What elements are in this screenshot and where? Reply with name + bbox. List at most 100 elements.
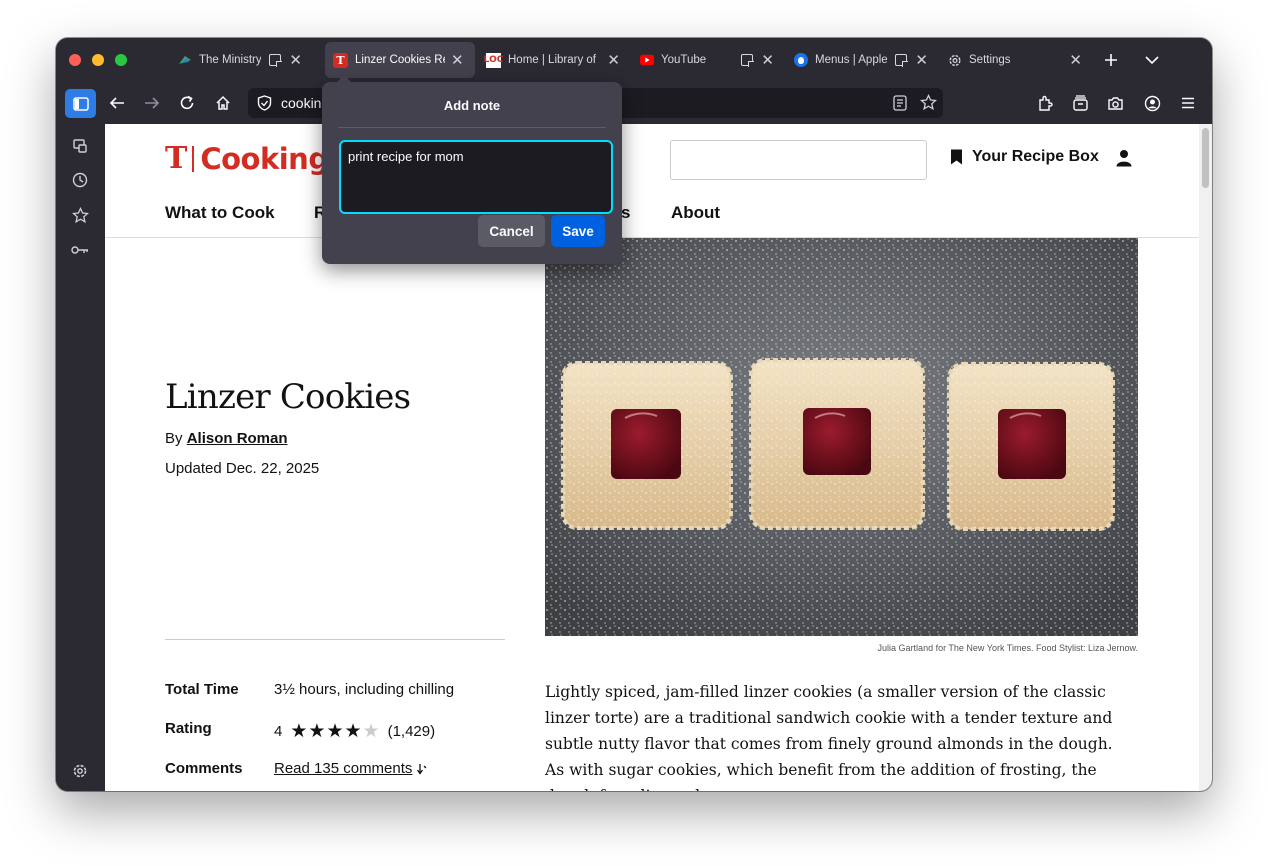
close-tab-icon[interactable]: ✕	[915, 51, 928, 69]
zoom-window-button[interactable]	[115, 54, 127, 66]
star-filled-icon[interactable]: ★	[308, 721, 326, 742]
popup-divider	[338, 127, 606, 128]
rating-value[interactable]: 4 ★★★★★ (1,429)	[274, 720, 435, 743]
screenshot-icon[interactable]	[1101, 89, 1129, 117]
logo-word: Cooking	[200, 141, 329, 176]
star-empty-icon[interactable]: ★	[363, 721, 381, 742]
nyt-cooking-logo[interactable]: T Cooking	[165, 141, 329, 176]
close-tab-icon[interactable]: ✕	[289, 51, 302, 69]
nav-what-to-cook[interactable]: What to Cook	[165, 203, 275, 223]
close-tab-icon[interactable]: ✕	[761, 51, 774, 69]
tab-youtube[interactable]: YouTube ✕	[632, 42, 782, 78]
apple-icon	[794, 53, 808, 67]
recipe-box-label: Your Recipe Box	[972, 148, 1099, 165]
comments-value[interactable]: Read 135 comments	[274, 760, 427, 777]
note-textarea[interactable]: print recipe for mom	[339, 140, 613, 214]
close-tab-icon[interactable]: ✕	[607, 51, 620, 69]
note-icon[interactable]	[741, 54, 755, 67]
updated-date: Updated Dec. 22, 2025	[165, 460, 320, 477]
add-note-popup: Add note print recipe for mom Cancel Sav…	[322, 75, 622, 264]
sidebar-settings-icon[interactable]	[70, 761, 90, 781]
logo-divider	[192, 145, 195, 172]
scrollbar-thumb[interactable]	[1202, 128, 1209, 188]
total-time-value: 3½ hours, including chilling	[274, 681, 455, 698]
recipe-byline: By Alison Roman	[165, 430, 288, 447]
new-tab-button[interactable]	[1097, 46, 1125, 74]
comments-label: Comments	[165, 760, 243, 777]
recipe-hero-image	[545, 238, 1138, 636]
nav-item-partial[interactable]: s	[621, 203, 630, 223]
extensions-icon[interactable]	[1031, 89, 1059, 117]
author-link[interactable]: Alison Roman	[187, 430, 288, 447]
nav-about[interactable]: About	[671, 203, 720, 223]
shield-icon[interactable]	[257, 95, 272, 116]
save-button[interactable]: Save	[551, 215, 605, 247]
page-content: T Cooking Your Recipe Box What to Cook R…	[105, 124, 1199, 791]
youtube-icon	[640, 53, 654, 67]
tab-title: The Ministry of Time	[199, 54, 262, 66]
star-filled-icon[interactable]: ★	[290, 721, 308, 742]
sidebar-toggle-icon[interactable]	[65, 89, 96, 118]
photo-credit: Julia Gartland for The New York Times. F…	[877, 643, 1138, 653]
site-search-input[interactable]	[670, 140, 927, 180]
tab-library-of-congress[interactable]: LOC Home | Library of Congress ✕	[478, 42, 628, 78]
recipe-title: Linzer Cookies	[165, 377, 411, 417]
recipe-description: Lightly spiced, jam-filled linzer cookie…	[545, 683, 1113, 791]
popup-title: Add note	[443, 98, 501, 113]
user-icon[interactable]	[1116, 149, 1132, 172]
synced-tabs-icon[interactable]	[70, 136, 90, 156]
page-scrollbar[interactable]	[1199, 124, 1212, 791]
close-window-button[interactable]	[69, 54, 81, 66]
total-time-label: Total Time	[165, 681, 239, 698]
tab-linzer-cookies[interactable]: T Linzer Cookies Recipe ✕	[325, 42, 475, 78]
url-text[interactable]: cookin	[281, 95, 321, 111]
home-icon[interactable]	[209, 89, 237, 117]
reload-icon[interactable]	[173, 89, 201, 117]
nyt-cooking-icon: T	[333, 52, 348, 68]
rating-count: (1,429)	[387, 723, 436, 740]
close-tab-icon[interactable]: ✕	[1069, 51, 1082, 69]
rating-stars[interactable]: ★★★★★	[290, 720, 380, 743]
logo-t: T	[165, 141, 188, 176]
tab-bar: The Ministry of Time ✕ T Linzer Cookies …	[56, 38, 1212, 82]
container-tabs-icon[interactable]	[1066, 89, 1094, 117]
history-icon[interactable]	[70, 170, 90, 190]
popup-arrow	[336, 75, 352, 83]
forward-icon[interactable]	[138, 89, 166, 117]
chevron-down-icon[interactable]	[1138, 46, 1166, 74]
tab-settings[interactable]: Settings ✕	[940, 42, 1090, 78]
meta-divider	[165, 639, 505, 640]
reader-view-icon[interactable]	[893, 95, 907, 116]
ministry-icon	[178, 53, 192, 67]
bookmark-star-icon[interactable]	[919, 93, 938, 116]
back-icon[interactable]	[103, 89, 131, 117]
loc-icon: LOC	[484, 52, 503, 68]
tab-title: Settings	[969, 54, 1011, 66]
close-tab-icon[interactable]: ✕	[451, 51, 464, 69]
minimize-window-button[interactable]	[92, 54, 104, 66]
tab-apple-menus[interactable]: Menus | Apple ✕	[786, 42, 936, 78]
note-icon[interactable]	[269, 54, 283, 67]
tab-title: Menus | Apple	[815, 54, 888, 66]
cancel-button[interactable]: Cancel	[478, 215, 545, 247]
rating-label: Rating	[165, 720, 212, 737]
bookmark-icon	[951, 149, 962, 165]
gear-icon	[948, 53, 962, 67]
navigation-toolbar: cookin	[56, 82, 1212, 124]
bookmarks-icon[interactable]	[70, 205, 90, 225]
note-icon[interactable]	[895, 54, 909, 67]
read-comments-link[interactable]: Read 135 comments	[274, 760, 412, 777]
tab-title: YouTube	[661, 54, 707, 66]
account-icon[interactable]	[1138, 89, 1166, 117]
arrow-down-icon	[417, 763, 427, 775]
star-filled-icon[interactable]: ★	[326, 721, 344, 742]
rating-number: 4	[274, 723, 283, 740]
browser-window: The Ministry of Time ✕ T Linzer Cookies …	[56, 38, 1212, 791]
tab-ministry[interactable]: The Ministry of Time ✕	[170, 42, 310, 78]
tab-title: Home | Library of Congress	[508, 54, 599, 66]
tab-title: Linzer Cookies Recipe	[355, 54, 445, 66]
menu-icon[interactable]	[1174, 89, 1202, 117]
star-filled-icon[interactable]: ★	[344, 721, 362, 742]
passwords-key-icon[interactable]	[70, 240, 90, 260]
recipe-box-link[interactable]: Your Recipe Box	[950, 148, 1099, 166]
